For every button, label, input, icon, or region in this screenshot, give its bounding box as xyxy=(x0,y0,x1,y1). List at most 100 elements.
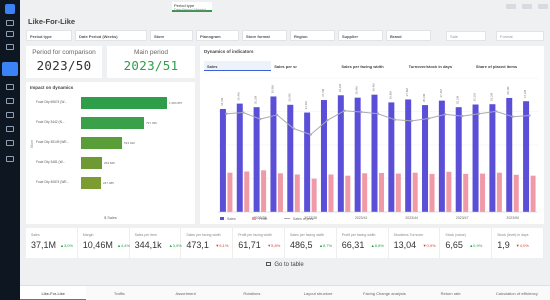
dynamics-tabs: Sales Sales per sr Sales per facing widt… xyxy=(204,61,540,71)
profit-bar xyxy=(379,172,384,212)
profit-bar xyxy=(261,170,267,212)
sales-bar xyxy=(371,94,378,212)
bar-value-label: 36,0M xyxy=(287,93,291,102)
impact-bar xyxy=(81,137,122,149)
sales-bar xyxy=(253,107,260,212)
kpi-delta: ▼4,0% xyxy=(515,243,529,248)
dynamics-card: Dynamics of indicators Sales Sales per s… xyxy=(200,46,544,224)
profit-bar xyxy=(227,172,233,212)
chart-icon[interactable] xyxy=(6,140,14,146)
bottom-tab-rotations[interactable]: Rotations xyxy=(219,286,285,300)
filter-store[interactable]: Store xyxy=(150,30,193,41)
tab-share-placed-items[interactable]: Share of placed items xyxy=(473,61,540,71)
home-icon[interactable] xyxy=(6,31,14,37)
kpi-delta: ▲4,4% xyxy=(116,243,131,248)
bar-value-label: 36,1M xyxy=(473,93,477,102)
bottom-tab-traffic[interactable]: Traffic xyxy=(86,286,152,300)
window-control[interactable] xyxy=(522,4,532,9)
bottom-tab-return-rate[interactable]: Return rate xyxy=(418,286,484,300)
tab-sales[interactable]: Sales xyxy=(204,61,272,71)
bar-value-label: 37,8M xyxy=(405,88,409,97)
kpi-label: Sales per item xyxy=(134,233,157,237)
bottom-tab-assortment[interactable]: Assortment xyxy=(153,286,219,300)
bar-value-label: 35,9M xyxy=(422,93,426,102)
main-period-value: 2023/51 xyxy=(123,58,179,73)
filter-date-period[interactable]: Date Period (Weeks) xyxy=(75,30,147,41)
x-tick-label: 2023/41 xyxy=(355,216,368,220)
layers-icon[interactable] xyxy=(6,126,14,132)
sales-prev-point xyxy=(326,119,329,122)
impact-bar xyxy=(81,177,101,189)
bar-value-label: 35,2M xyxy=(456,95,460,104)
restore-control[interactable] xyxy=(506,4,516,9)
filter-region[interactable]: Region xyxy=(290,30,335,41)
sales-prev-point xyxy=(359,110,363,114)
impact-row-label: Food City 35149 (WE... xyxy=(36,140,70,144)
sales-bar xyxy=(472,104,479,212)
sales-prev-point xyxy=(309,133,312,136)
tab-turnover-stock[interactable]: Turnover/stock in days xyxy=(406,61,473,71)
kpi-value: 344,1k xyxy=(134,240,162,250)
impact-row[interactable]: Food City 3442 (N... 797 456 xyxy=(26,116,195,130)
tab-sales-per-facing-width[interactable]: Sales per facing width xyxy=(338,61,405,71)
bottom-tab-like-for-like[interactable]: Like-For-Like xyxy=(20,286,87,300)
close-control[interactable] xyxy=(538,4,548,9)
sales-bar xyxy=(354,97,361,212)
impact-row[interactable]: Food City 69674 (W... 1 084 857 xyxy=(26,96,195,110)
bottom-tabs: Like-For-Like Traffic Assortment Rotatio… xyxy=(20,285,550,300)
impact-card: Impact on dynamics Store Food City 69674… xyxy=(26,82,195,224)
kpi-value: 10,46M xyxy=(82,240,113,250)
kpi-delta: ▲0,9% xyxy=(469,243,483,248)
profit-bar xyxy=(277,173,283,212)
tools-icon[interactable] xyxy=(6,112,14,118)
impact-row[interactable]: Food City 40874 (WE... 247 485 xyxy=(26,176,195,190)
kpi-label: Stockless Turnover xyxy=(393,233,424,237)
profit-bar xyxy=(294,174,300,212)
comparison-period-card: Period for comparison 2023/50 xyxy=(26,46,102,78)
folder-icon[interactable] xyxy=(6,84,14,90)
x-tick-label: 2023/47 xyxy=(456,216,469,220)
filter-store-format[interactable]: Store format xyxy=(242,30,287,41)
apps-icon[interactable] xyxy=(6,44,14,50)
impact-row[interactable]: Food City 3481 (W... 263 845 xyxy=(26,156,195,170)
bar-value-label: 36,8M xyxy=(388,91,392,100)
dynamics-title: Dynamics of indicators xyxy=(204,49,254,54)
sales-prev-point xyxy=(225,112,228,115)
search-sale-input[interactable]: Sale xyxy=(446,31,486,41)
kpi-label: Stock (value) xyxy=(445,233,466,237)
bar-value-label: 38,8M xyxy=(270,85,274,94)
profit-bar xyxy=(345,175,351,212)
filter-period-type[interactable]: Period type xyxy=(26,30,72,41)
search-format-input[interactable]: Format xyxy=(496,31,544,41)
impact-bar xyxy=(81,157,102,169)
kpi-cell: Sales per facing width 486,5 ▲8,7% xyxy=(285,228,337,258)
grid-icon[interactable] xyxy=(6,98,14,104)
settings-icon[interactable] xyxy=(6,156,14,162)
tab-sales-per-sr[interactable]: Sales per sr xyxy=(271,61,338,71)
filter-planogram[interactable]: Planogram xyxy=(196,30,239,41)
profit-bar xyxy=(412,172,418,212)
bar-value-label: 38,4M xyxy=(355,86,359,95)
go-to-table-button[interactable]: Go to table xyxy=(20,262,550,268)
filter-brand[interactable]: Brand xyxy=(386,30,431,41)
filter-supplier[interactable]: Supplier xyxy=(338,30,383,41)
bottom-tab-layout-structure[interactable]: Layout structure xyxy=(285,286,351,300)
impact-bar-value: 263 845 xyxy=(104,161,115,165)
kpi-cell: Stock (level) in days 1,9 ▼4,0% xyxy=(492,228,544,258)
period-type-tab[interactable]: Period type Date Period (Weeks) xyxy=(172,2,212,12)
menu-icon[interactable] xyxy=(6,20,14,26)
bar-value-label: 36,4M xyxy=(237,92,241,101)
impact-bar-value: 797 456 xyxy=(146,121,157,125)
impact-row[interactable]: Food City 35149 (WE... 513 040 xyxy=(26,136,195,150)
bottom-tab-facing-change[interactable]: Facing Change analysis xyxy=(351,286,417,300)
edit-icon[interactable] xyxy=(2,62,18,76)
sales-prev-point xyxy=(258,117,262,121)
impact-row-label: Food City 69674 (W... xyxy=(36,100,67,104)
legend-sales-swatch xyxy=(220,217,224,220)
sales-bar xyxy=(523,101,530,212)
profit-bar xyxy=(513,174,519,212)
profit-bar xyxy=(496,172,502,212)
table-icon xyxy=(266,262,272,267)
bottom-tab-efficiency[interactable]: Calculation of efficiency xyxy=(484,286,550,300)
sales-prev-point xyxy=(376,112,380,115)
